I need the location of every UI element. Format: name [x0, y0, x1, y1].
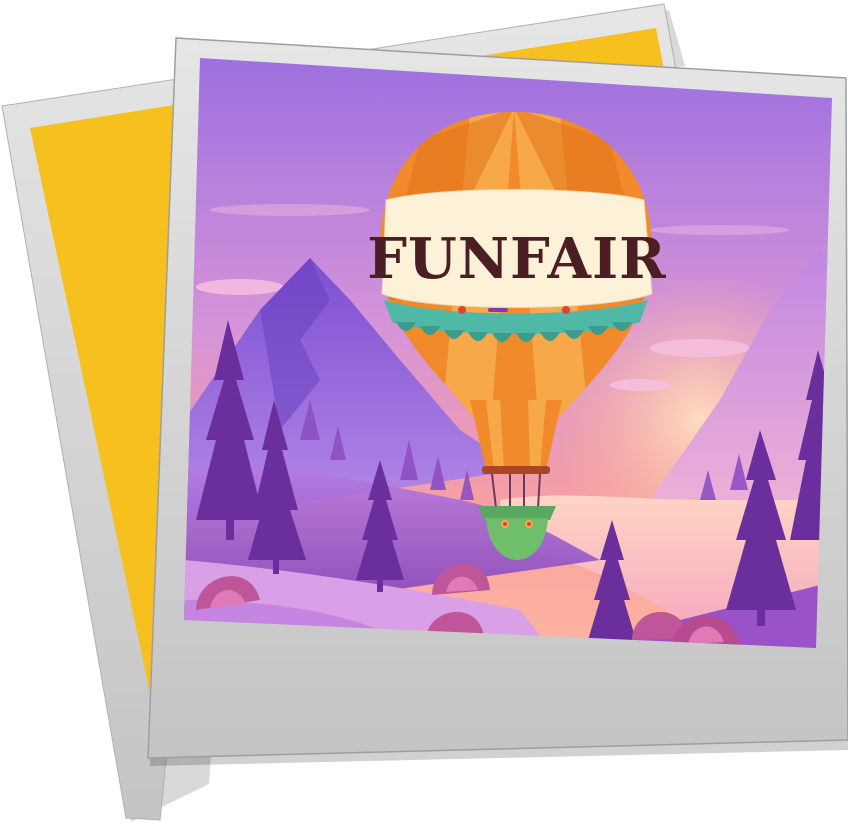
funfair-banner-text: FUNFAIR [367, 226, 666, 292]
funfair-polaroid-illustration: FUNFAIR [1, 3, 848, 822]
